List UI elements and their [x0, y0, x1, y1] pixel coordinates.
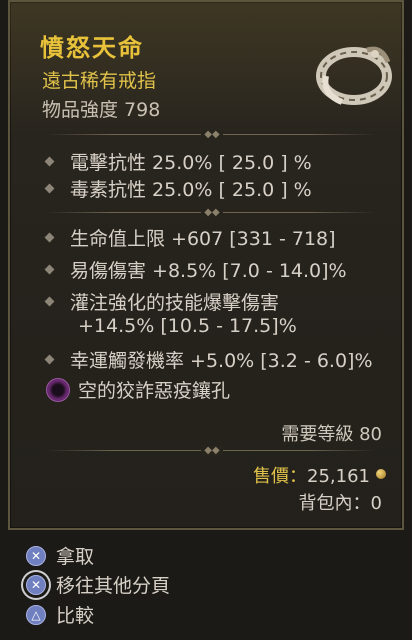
- sell-price: 售價：25,161: [253, 462, 386, 488]
- bullet-icon: [44, 183, 55, 194]
- socket-icon: [46, 377, 70, 402]
- affix: 幸運觸發機率 +5.0% [3.2 - 6.0]%: [44, 346, 373, 373]
- triangle-button-icon: △: [26, 604, 46, 625]
- action-move-tab[interactable]: ✕ 移往其他分頁: [26, 571, 170, 598]
- socket-row: 空的狡詐惡疫鑲孔: [46, 376, 230, 404]
- divider: ◆◆: [46, 446, 376, 456]
- action-take[interactable]: ✕ 拿取: [26, 542, 94, 569]
- divider: ◆◆: [46, 130, 376, 140]
- affix-continued: +14.5% [10.5 - 17.5]%: [78, 315, 297, 337]
- cross-button-icon: ✕: [26, 574, 46, 595]
- cross-button-icon: ✕: [26, 545, 46, 566]
- item-tooltip: 憤怒天命 遠古稀有戒指 物品強度 798 ◆◆ 電擊抗性 25.0% [ 25.…: [8, 0, 404, 530]
- bullet-icon: [44, 354, 55, 365]
- bullet-icon: [44, 264, 55, 275]
- inventory-count: 背包內：0: [298, 493, 382, 514]
- item-rarity: 遠古稀有戒指: [42, 70, 157, 92]
- bullet-icon: [44, 156, 55, 167]
- item-name: 憤怒天命: [40, 34, 144, 62]
- gold-coin-icon: [376, 469, 386, 479]
- level-requirement: 需要等級 80: [281, 424, 382, 445]
- affix: 生命值上限 +607 [331 - 718]: [44, 224, 336, 251]
- affix: 易傷傷害 +8.5% [7.0 - 14.0]%: [44, 256, 347, 283]
- divider: ◆◆: [46, 208, 376, 218]
- bullet-icon: [44, 232, 55, 243]
- affix: 灌注強化的技能爆擊傷害: [44, 288, 279, 315]
- item-power: 物品強度 798: [42, 99, 161, 121]
- bullet-icon: [44, 296, 55, 307]
- implicit-stat: 毒素抗性 25.0% [ 25.0 ] %: [44, 175, 312, 202]
- action-compare[interactable]: △ 比較: [26, 601, 94, 628]
- ring-icon: [316, 46, 392, 105]
- implicit-stat: 電擊抗性 25.0% [ 25.0 ] %: [44, 148, 312, 175]
